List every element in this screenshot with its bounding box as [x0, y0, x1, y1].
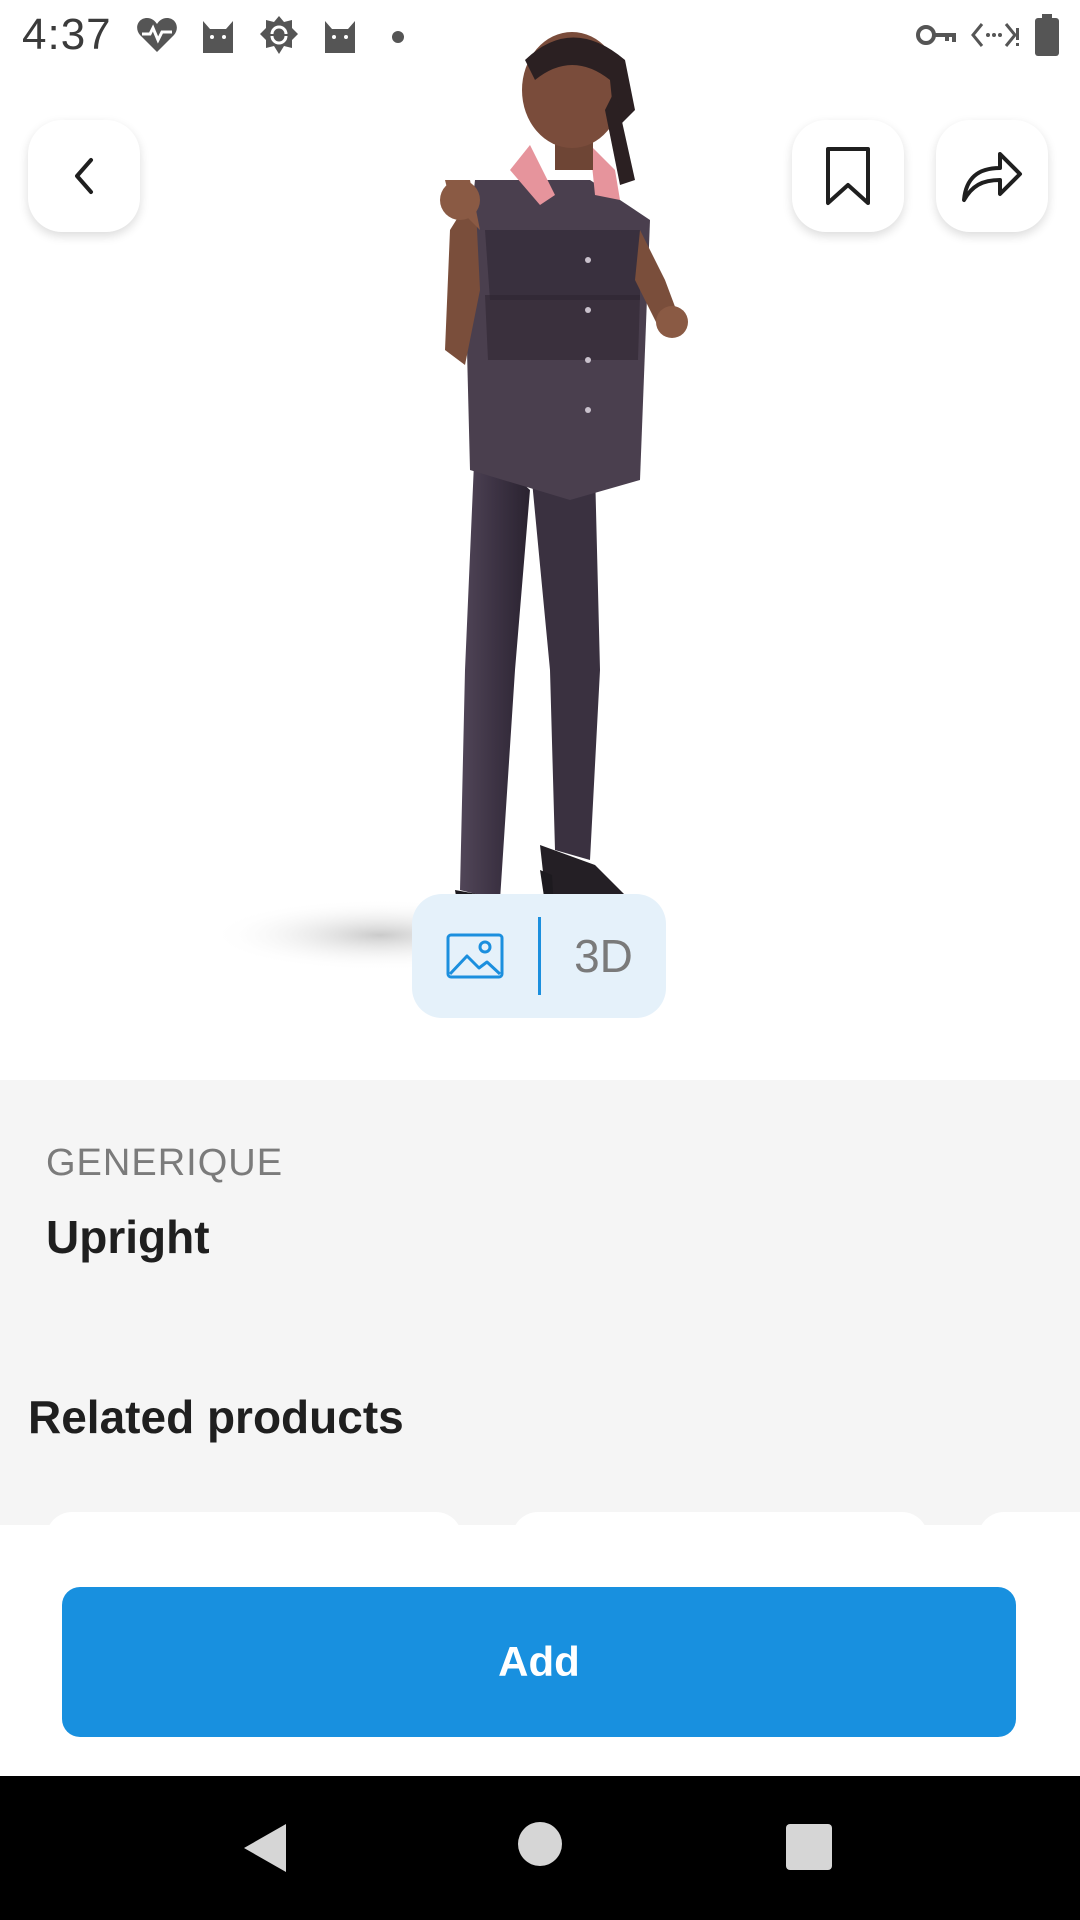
- share-arrow-icon: [962, 152, 1022, 202]
- back-button[interactable]: [28, 120, 140, 232]
- related-products-heading: Related products: [28, 1391, 404, 1443]
- chevron-left-icon: [75, 158, 93, 194]
- health-heart-icon: [137, 18, 177, 52]
- recents-square-icon[interactable]: [786, 1824, 832, 1870]
- battery-icon: [1035, 14, 1059, 56]
- product-figure-image: [210, 32, 688, 971]
- image-view-option[interactable]: [412, 894, 538, 1018]
- product-brand: GENERIQUE: [46, 1142, 284, 1184]
- status-bar: 4:37: [0, 0, 1080, 72]
- home-circle-icon[interactable]: [516, 1820, 564, 1868]
- bookmark-icon: [826, 147, 870, 205]
- vpn-key-icon: [916, 25, 956, 45]
- product-info-panel: GENERIQUE Upright Related products: [0, 1080, 1080, 1552]
- sync-badge-icon: [260, 16, 298, 54]
- status-time: 4:37: [22, 10, 112, 59]
- dot-icon: [392, 31, 404, 43]
- image-icon: [446, 933, 504, 979]
- notification-icons: [136, 14, 416, 56]
- share-button[interactable]: [936, 120, 1048, 232]
- bottom-action-area: Add: [0, 1525, 1080, 1776]
- system-navigation-bar: [0, 1776, 1080, 1920]
- view-mode-toggle[interactable]: 3D: [412, 894, 666, 1018]
- product-name: Upright: [46, 1211, 210, 1263]
- product-detail-screen: 3D 4:37 GENERIQUE Upright Related produc…: [0, 0, 1080, 1920]
- 3d-view-option[interactable]: 3D: [541, 929, 666, 983]
- bookmark-button[interactable]: [792, 120, 904, 232]
- add-button[interactable]: Add: [62, 1587, 1016, 1737]
- product-image-area[interactable]: 3D: [0, 0, 1080, 1080]
- system-status-icons: [916, 14, 1060, 56]
- cat-icon: [203, 21, 233, 53]
- back-triangle-icon[interactable]: [240, 1820, 290, 1876]
- cat-icon: [325, 21, 355, 53]
- data-saver-icon: [971, 23, 1019, 47]
